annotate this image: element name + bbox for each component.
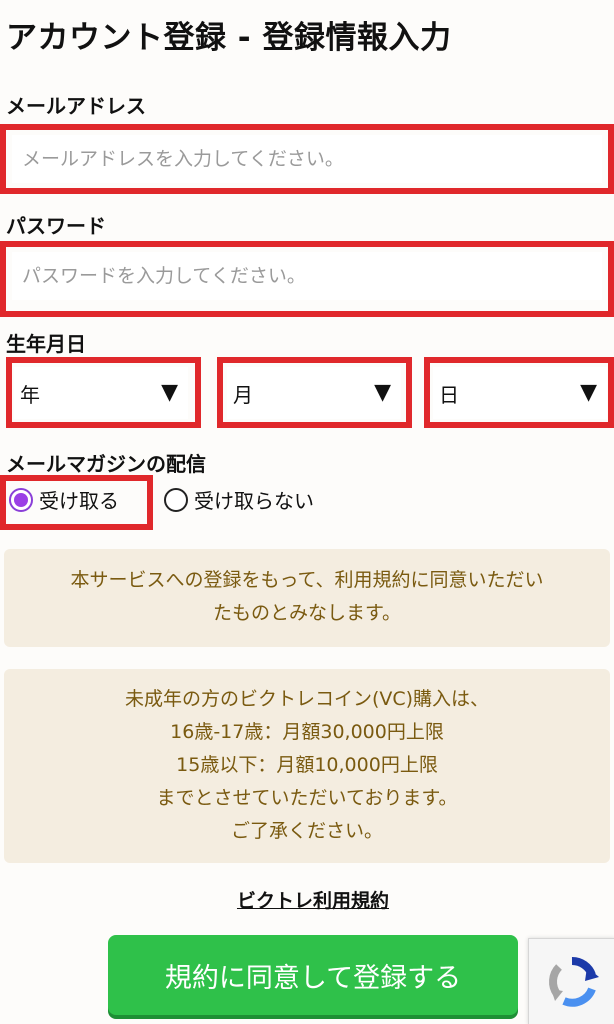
minor-notice-line: までとさせていただいております。	[156, 787, 458, 809]
newsletter-option-decline[interactable]: 受け取らない	[164, 485, 314, 514]
newsletter-label: メールマガジンの配信	[6, 452, 206, 476]
agreement-notice: 本サービスへの登録をもって、利用規約に同意いただい たものとみなします。	[4, 549, 610, 647]
password-highlight	[0, 241, 614, 317]
registration-page: アカウント登録 - 登録情報入力 メールアドレス パスワード 生年月日 年 ▼ …	[0, 0, 614, 1024]
birth-year-highlight	[6, 357, 201, 428]
terms-link[interactable]: ビクトレ利用規約	[237, 890, 389, 912]
birth-month-highlight	[217, 357, 412, 428]
minor-notice-line: 16歳-17歳：月額30,000円上限	[170, 721, 444, 743]
agreement-notice-line: たものとみなします。	[212, 602, 402, 624]
birth-day-highlight	[424, 357, 614, 428]
minor-purchase-notice: 未成年の方のビクトレコイン(VC)購入は、 16歳-17歳：月額30,000円上…	[4, 669, 610, 863]
newsletter-option-decline-label: 受け取らない	[194, 489, 314, 513]
recaptcha-badge[interactable]	[528, 938, 614, 1024]
password-label: パスワード	[6, 214, 106, 238]
minor-notice-line: 未成年の方のビクトレコイン(VC)購入は、	[124, 688, 490, 710]
terms-link-row: ビクトレ利用規約	[0, 886, 614, 913]
email-highlight	[0, 124, 614, 194]
radio-unselected-icon[interactable]	[164, 487, 188, 512]
agree-and-register-button[interactable]: 規約に同意して登録する	[108, 935, 518, 1015]
minor-notice-line: ご了承ください。	[230, 820, 383, 842]
email-label: メールアドレス	[6, 94, 146, 118]
newsletter-highlight	[0, 475, 153, 530]
birthdate-label: 生年月日	[6, 332, 86, 356]
recaptcha-icon	[549, 956, 599, 1007]
submit-button-label: 規約に同意して登録する	[164, 962, 462, 994]
agreement-notice-line: 本サービスへの登録をもって、利用規約に同意いただい	[70, 569, 544, 591]
page-title: アカウント登録 - 登録情報入力	[6, 20, 452, 56]
minor-notice-line: 15歳以下：月額10,000円上限	[176, 754, 438, 776]
